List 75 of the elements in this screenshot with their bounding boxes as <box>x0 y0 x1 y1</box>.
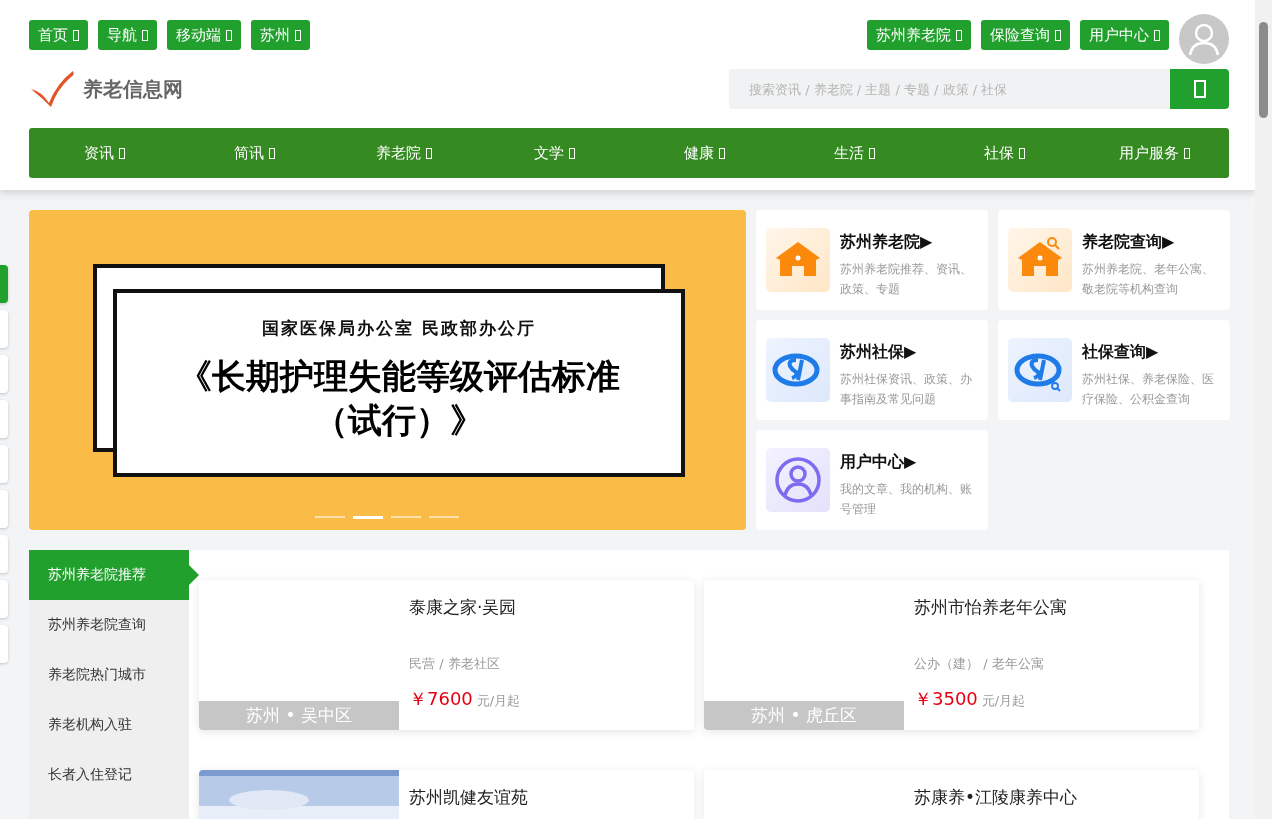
search-field[interactable]: 搜索资讯 / 养老院 / 主题 / 专题 / 政策 / 社保 <box>729 69 1170 109</box>
top-link[interactable]: 移动端 <box>167 20 241 50</box>
menu-tab[interactable]: 苏州养老院推荐 <box>29 550 199 600</box>
price-unit: 元/月起 <box>476 692 521 710</box>
price-unit: 元/月起 <box>981 692 1026 710</box>
nav-link[interactable]: 社保 <box>929 143 1079 163</box>
top-link[interactable]: 首页 <box>29 20 88 50</box>
scrollbar[interactable] <box>1255 0 1272 819</box>
quick-link-description: 苏州社保资讯、政策、办事指南及常见问题 <box>840 371 973 408</box>
listing-card[interactable]: 苏州 • 吴中区 泰康之家·吴园 民营 / 养老社区 ￥7600 元/月起 <box>199 580 694 730</box>
quick-link-description: 我的文章、我的机构、账号管理 <box>840 481 973 518</box>
listing-name: 苏州凯健友谊苑 <box>409 786 528 809</box>
nav-link[interactable]: 资讯 <box>29 143 179 163</box>
glyph-box-icon <box>1055 29 1061 41</box>
top-link[interactable]: 导航 <box>98 20 157 50</box>
location-label: 苏州 • 吴中区 <box>199 701 399 730</box>
nav-link[interactable]: 简讯 <box>179 143 329 163</box>
banner-subtitle: 国家医保局办公室 民政部办公厅 <box>262 317 536 340</box>
glyph-box-icon <box>268 147 275 159</box>
menu-tab[interactable]: 养老院热门城市 <box>29 650 189 700</box>
quick-link-title: 苏州养老院▶ <box>840 232 934 253</box>
banner[interactable]: 国家医保局办公室 民政部办公厅 《长期护理失能等级评估标准（试行）》 <box>29 210 746 530</box>
menu-tab[interactable]: 长者入住登记 <box>29 750 189 800</box>
quick-link-card[interactable]: 苏州养老院▶ 苏州养老院推荐、资讯、政策、专题 <box>756 210 988 310</box>
nav-link[interactable]: 生活 <box>779 143 929 163</box>
glyph-box-icon <box>226 29 232 41</box>
listing-name: 泰康之家·吴园 <box>409 596 518 619</box>
top-link[interactable]: 苏州养老院 <box>867 20 971 50</box>
glyph-box-icon <box>956 29 962 41</box>
glyph-box-icon <box>142 29 148 41</box>
glyph-box-icon <box>295 29 301 41</box>
glyph-box-icon <box>1183 147 1190 159</box>
search-button[interactable] <box>1170 69 1229 109</box>
banner-title: 《长期护理失能等级评估标准（试行）》 <box>177 355 621 443</box>
quick-link-title: 用户中心▶ <box>840 452 918 473</box>
nav-link[interactable]: 健康 <box>629 143 779 163</box>
listing-card[interactable]: 苏康养•江陵康养中心 <box>704 770 1199 819</box>
quick-link-description: 苏州养老院、老年公寓、敬老院等机构查询 <box>1082 261 1215 298</box>
avatar-icon[interactable] <box>1179 14 1229 64</box>
quick-link-card[interactable]: 社保查询▶ 苏州社保、养老保险、医疗保险、公积金查询 <box>998 320 1230 420</box>
nav-link[interactable]: 养老院 <box>329 143 479 163</box>
glyph-box-icon <box>718 147 725 159</box>
listing-price: ￥7600 <box>409 687 473 711</box>
menu-tab[interactable]: 养老机构入驻 <box>29 700 189 750</box>
glyph-box-icon <box>868 147 875 159</box>
nav-link[interactable]: 用户服务 <box>1079 143 1229 163</box>
quick-link-description: 苏州社保、养老保险、医疗保险、公积金查询 <box>1082 371 1215 408</box>
quick-link-card[interactable]: 苏州社保▶ 苏州社保资讯、政策、办事指南及常见问题 <box>756 320 988 420</box>
glyph-box-icon <box>568 147 575 159</box>
listing-card[interactable]: 苏州凯健友谊苑 <box>199 770 694 819</box>
listing-price: ￥3500 <box>914 687 978 711</box>
site-name[interactable]: 养老信息网 <box>83 75 183 103</box>
top-link[interactable]: 用户中心 <box>1080 20 1169 50</box>
listing-name: 苏康养•江陵康养中心 <box>914 786 1078 809</box>
nav-link[interactable]: 文学 <box>479 143 629 163</box>
logo-icon <box>29 69 77 109</box>
glyph-box-icon <box>426 147 432 159</box>
glyph-box-icon <box>73 29 79 41</box>
listing-type: 公办（建） / 老年公寓 <box>914 655 1045 673</box>
quick-link-description: 苏州养老院推荐、资讯、政策、专题 <box>840 261 973 298</box>
quick-link-title: 社保查询▶ <box>1082 342 1160 363</box>
listing-name: 苏州市怡养老年公寓 <box>914 596 1067 619</box>
menu-tab[interactable]: 苏州养老院查询 <box>29 600 189 650</box>
listing-card[interactable]: 苏州 • 虎丘区 苏州市怡养老年公寓 公办（建） / 老年公寓 ￥3500 元/月起 <box>704 580 1199 730</box>
quick-link-title: 苏州社保▶ <box>840 342 918 363</box>
top-link[interactable]: 保险查询 <box>981 20 1070 50</box>
glyph-box-icon <box>1018 147 1025 159</box>
listing-type: 民营 / 养老社区 <box>409 655 501 673</box>
quick-link-card[interactable]: 用户中心▶ 我的文章、我的机构、账号管理 <box>756 430 988 530</box>
glyph-box-icon <box>118 147 125 159</box>
quick-link-card[interactable]: 养老院查询▶ 苏州养老院、老年公寓、敬老院等机构查询 <box>998 210 1230 310</box>
quick-link-title: 养老院查询▶ <box>1082 232 1176 253</box>
glyph-box-icon <box>1154 29 1160 41</box>
top-link[interactable]: 苏州 <box>251 20 310 50</box>
location-label: 苏州 • 虎丘区 <box>704 701 904 730</box>
